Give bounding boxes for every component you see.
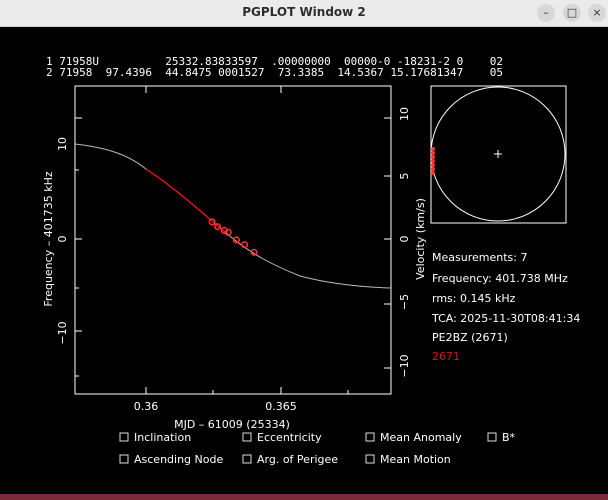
checkbox-label: B* (502, 431, 516, 444)
doppler-curve-plot: 10 0 −10 10 5 0 −5 −10 0.36 0.365 MJD – … (42, 85, 427, 431)
checkbox-row-2: Ascending Node Arg. of Perigee Mean Moti… (119, 453, 451, 466)
y-right-axis-label: Velocity (km/s) (414, 198, 427, 280)
sky-view-panel (430, 85, 567, 224)
checkbox-label: Inclination (134, 431, 191, 444)
checkbox-label: Ascending Node (134, 453, 223, 466)
sky-track-point (431, 147, 435, 151)
sky-track-point (431, 167, 435, 171)
x-tick-label: 0.365 (265, 400, 297, 413)
checkbox-label: Arg. of Perigee (257, 453, 338, 466)
tle-line-2: 2 71958 97.4396 44.8475 0001527 73.3385 … (46, 66, 503, 79)
checkbox-eccentricity[interactable]: Eccentricity (242, 431, 322, 444)
sky-track-points (431, 147, 435, 175)
checkbox-box[interactable] (119, 432, 129, 442)
checkbox-box[interactable] (242, 454, 252, 464)
fit-segment (145, 168, 226, 233)
info-panel: Measurements: 7 Frequency: 401.738 MHz r… (431, 251, 580, 363)
desktop-edge (0, 494, 608, 500)
x-axis-label: MJD – 61009 (25334) (174, 418, 290, 431)
sky-track-point (431, 159, 435, 163)
checkbox-ascending-node[interactable]: Ascending Node (119, 453, 223, 466)
measurement-point (241, 241, 249, 249)
checkbox-label: Eccentricity (257, 431, 322, 444)
checkbox-bstar[interactable]: B* (487, 431, 516, 444)
x-tick-label: 0.36 (134, 400, 159, 413)
pgplot-window: PGPLOT Window 2 – □ × 1 71958U 25332.838… (0, 0, 608, 500)
checkbox-box[interactable] (365, 454, 375, 464)
y-left-axis-label: Frequency – 401735 kHz (42, 171, 55, 306)
checkbox-box[interactable] (242, 432, 252, 442)
tca-value: TCA: 2025-11-30T08:41:34 (431, 312, 580, 325)
checkbox-row-1: Inclination Eccentricity Mean Anomaly B* (119, 431, 516, 444)
window-title: PGPLOT Window 2 (242, 5, 366, 19)
plot-canvas[interactable]: 1 71958U 25332.83833597 .00000000 00000-… (0, 26, 608, 500)
measurement-points (208, 218, 258, 256)
model-doppler-curve (74, 143, 392, 289)
checkbox-box[interactable] (119, 454, 129, 464)
y-left-tick-label: 0 (56, 236, 69, 243)
observer-label: PE2BZ (2671) (432, 331, 508, 344)
y-right-tick-label: 10 (398, 107, 411, 121)
rms-value: rms: 0.145 kHz (432, 292, 516, 305)
checkbox-arg-of-perigee[interactable]: Arg. of Perigee (242, 453, 338, 466)
checkbox-mean-motion[interactable]: Mean Motion (365, 453, 451, 466)
minimize-button[interactable]: – (537, 4, 555, 22)
y-right-tick-label: −10 (398, 354, 411, 377)
checkbox-inclination[interactable]: Inclination (119, 431, 191, 444)
sky-track-point (431, 151, 435, 155)
sky-track-point (431, 163, 435, 167)
y-right-tick-label: 5 (398, 173, 411, 180)
close-button[interactable]: × (588, 4, 606, 22)
site-id-label: 2671 (432, 350, 460, 363)
frequency-value: Frequency: 401.738 MHz (432, 272, 568, 285)
measurements-count: Measurements: 7 (432, 251, 527, 264)
tle-block: 1 71958U 25332.83833597 .00000000 00000-… (46, 55, 503, 79)
checkbox-box[interactable] (365, 432, 375, 442)
y-right-tick-label: 0 (398, 236, 411, 243)
sky-track-point (431, 171, 435, 175)
y-left-tick-label: 10 (56, 137, 69, 151)
checkbox-mean-anomaly[interactable]: Mean Anomaly (365, 431, 462, 444)
checkbox-label: Mean Motion (380, 453, 451, 466)
y-right-tick-label: −5 (398, 294, 411, 310)
checkbox-box[interactable] (487, 432, 497, 442)
title-bar[interactable]: PGPLOT Window 2 – □ × (0, 0, 608, 27)
checkbox-label: Mean Anomaly (380, 431, 462, 444)
y-left-tick-label: −10 (56, 321, 69, 344)
sky-track-point (431, 155, 435, 159)
maximize-button[interactable]: □ (563, 4, 581, 22)
